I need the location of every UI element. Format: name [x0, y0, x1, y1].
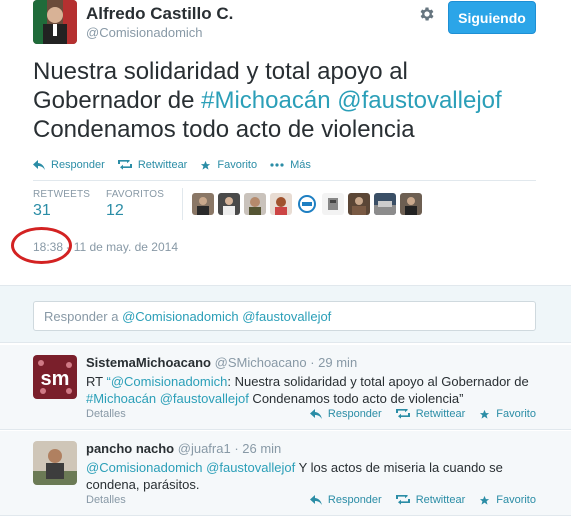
avatar[interactable] — [348, 193, 370, 215]
stats-separator — [182, 188, 183, 220]
retweets-count[interactable]: 31 — [33, 202, 51, 220]
gear-icon[interactable] — [418, 5, 438, 25]
retweets-label: RETWEETS — [33, 189, 91, 200]
rt-prefix: RT — [86, 374, 107, 389]
avatar[interactable] — [270, 193, 292, 215]
star-icon — [201, 160, 211, 170]
reply-label: Responder — [51, 159, 105, 171]
avatar[interactable] — [192, 193, 214, 215]
retweet-icon — [395, 495, 410, 505]
mention-link[interactable]: @faustovallejof — [160, 391, 249, 406]
retweet-label: Retwittear — [415, 494, 466, 506]
favorite-button[interactable]: Favorito — [200, 159, 257, 171]
hashtag-link[interactable]: #Michoacán — [86, 391, 156, 406]
tweet-text: Nuestra solidaridad y total apoyo al Gob… — [33, 57, 553, 144]
reply-footer: Detalles Responder Retwittear Favorito — [86, 494, 536, 506]
following-button[interactable]: Siguiendo — [448, 1, 536, 34]
reply-actions: Responder Retwittear Favorito — [296, 408, 536, 420]
divider — [33, 180, 536, 181]
avatar[interactable] — [218, 193, 240, 215]
avatar[interactable]: sm — [33, 355, 77, 399]
reply-time[interactable]: · 29 min — [310, 355, 357, 370]
favorite-label: Favorito — [496, 494, 536, 506]
star-icon — [480, 409, 490, 419]
reply-text-body: Y los actos de miseria la cuando se — [295, 460, 503, 475]
reply-label: Responder — [327, 494, 382, 506]
favorites-count[interactable]: 12 — [106, 202, 124, 220]
retweet-button[interactable]: Retwittear — [117, 159, 188, 171]
retweet-button[interactable]: Retwittear — [395, 408, 466, 420]
details-link[interactable]: Detalles — [86, 494, 126, 506]
reply-username: @juafra1 — [177, 441, 231, 456]
reply-time[interactable]: · 26 min — [234, 441, 281, 456]
reply-placeholder-prefix: Responder a — [44, 309, 123, 324]
reply-mention-1: @Comisionadomich — [122, 309, 239, 324]
reply-tweet[interactable]: pancho nacho @juafra1 · 26 min @Comision… — [0, 431, 571, 516]
reply-button[interactable]: Responder — [309, 494, 382, 506]
hashtag-link[interactable]: #Michoacán — [201, 87, 330, 114]
favorites-label: FAVORITOS — [106, 189, 165, 200]
mention-link[interactable]: @faustovallejof — [337, 87, 501, 114]
tweet-date: 11 de may. de 2014 — [73, 240, 178, 254]
reply-name: SistemaMichoacano — [86, 355, 211, 370]
reply-text-line-2: condena, parásitos. — [86, 477, 200, 492]
favorite-label: Favorito — [496, 408, 536, 420]
avatar[interactable] — [296, 193, 318, 215]
reply-area: Responder a @Comisionadomich @faustovall… — [0, 285, 571, 343]
reply-text: @Comisionadomich @faustovallejof Y los a… — [86, 459, 536, 493]
avatar[interactable] — [322, 193, 344, 215]
reply-icon — [309, 495, 322, 505]
favorite-label: Favorito — [217, 159, 258, 171]
mention-link[interactable]: @Comisionadomich — [111, 374, 228, 389]
more-icon — [270, 163, 284, 167]
reply-footer: Detalles Responder Retwittear Favorito — [86, 408, 536, 420]
reply-actions: Responder Retwittear Favorito — [296, 494, 536, 506]
reply-username: @SMichoacano — [214, 355, 307, 370]
reply-icon — [309, 409, 322, 419]
retweet-label: Retwittear — [137, 159, 188, 171]
username[interactable]: @Comisionadomich — [86, 25, 203, 40]
reply-button[interactable]: Responder — [309, 408, 382, 420]
reply-text-body: : Nuestra solidaridad y total apoyo al G… — [227, 374, 529, 389]
reply-text: RT “@Comisionadomich: Nuestra solidarida… — [86, 373, 536, 407]
star-icon — [480, 495, 490, 505]
avatar[interactable] — [374, 193, 396, 215]
reply-button[interactable]: Responder — [33, 159, 105, 171]
retweet-label: Retwittear — [415, 408, 466, 420]
reply-label: Responder — [327, 408, 382, 420]
main-tweet: Alfredo Castillo C. @Comisionadomich Sig… — [0, 0, 571, 285]
avatar[interactable] — [33, 441, 77, 485]
favorite-button[interactable]: Favorito — [479, 494, 536, 506]
avatar[interactable] — [244, 193, 266, 215]
retweet-button[interactable]: Retwittear — [395, 494, 466, 506]
reply-text-end: Condenamos todo acto de violencia” — [248, 391, 464, 406]
tweet-line-1: Nuestra solidaridad y total apoyo al — [33, 58, 408, 85]
tweet-line-3: Condenamos todo acto de violencia — [33, 116, 415, 143]
tweet-line-2: Gobernador de #Michoacán @faustovallejof — [33, 86, 553, 115]
tweet-actions: Responder Retwittear Favorito Más — [33, 159, 324, 171]
reply-name: pancho nacho — [86, 441, 175, 456]
reply-icon — [33, 160, 45, 170]
red-annotation-circle — [11, 227, 72, 264]
retweet-icon — [117, 160, 132, 170]
tweet-line-2-prefix: Gobernador de — [33, 87, 202, 114]
details-link[interactable]: Detalles — [86, 408, 126, 420]
reply-author[interactable]: pancho nacho @juafra1 · 26 min — [86, 441, 281, 456]
avatar[interactable] — [400, 193, 422, 215]
sm-logo-text: sm — [41, 368, 70, 390]
reply-mention-2: @faustovallejof — [242, 309, 332, 324]
more-button[interactable]: Más — [270, 159, 311, 171]
reply-author[interactable]: SistemaMichoacano @SMichoacano · 29 min — [86, 355, 357, 370]
more-label: Más — [290, 159, 311, 171]
reply-input[interactable]: Responder a @Comisionadomich @faustovall… — [33, 301, 536, 331]
favorite-button[interactable]: Favorito — [479, 408, 536, 420]
mention-link[interactable]: @faustovallejof — [206, 460, 295, 475]
mention-link[interactable]: @Comisionadomich — [86, 460, 203, 475]
avatar[interactable] — [33, 0, 77, 44]
display-name[interactable]: Alfredo Castillo C. — [86, 4, 233, 24]
retweet-icon — [395, 409, 410, 419]
reply-tweet[interactable]: sm SistemaMichoacano @SMichoacano · 29 m… — [0, 345, 571, 430]
